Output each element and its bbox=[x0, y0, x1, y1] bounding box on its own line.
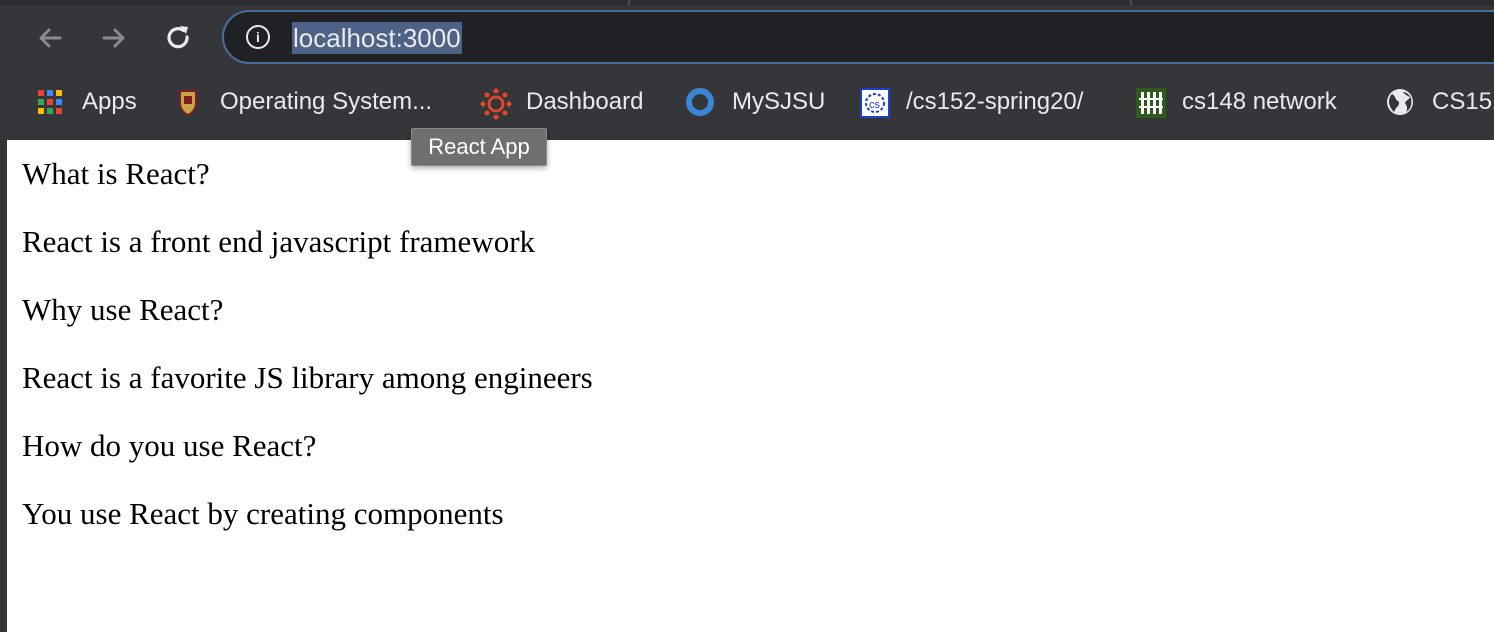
bookmark-label: MySJSU bbox=[732, 88, 826, 115]
reload-icon bbox=[167, 26, 189, 49]
forward-button[interactable] bbox=[94, 20, 134, 56]
info-icon[interactable]: i bbox=[246, 25, 270, 49]
apps-grid-icon bbox=[36, 88, 64, 116]
tab-tooltip: React App bbox=[411, 128, 547, 166]
circle-logo-icon bbox=[686, 88, 714, 116]
bookmark-operating-systems[interactable]: Operating System... bbox=[174, 80, 432, 124]
bookmark-cs148[interactable]: cs148 network bbox=[1136, 80, 1337, 124]
browser-toolbar: i localhost:3000 bbox=[0, 6, 1494, 70]
bookmark-label: cs148 network bbox=[1182, 88, 1337, 115]
bookmark-label: CS151 bbox=[1432, 88, 1494, 115]
browser-chrome: i localhost:3000 Apps Operating System..… bbox=[0, 0, 1494, 140]
bookmark-apps[interactable]: Apps bbox=[36, 80, 137, 124]
question-text: How do you use React? bbox=[22, 428, 317, 463]
svg-text:cs: cs bbox=[869, 99, 881, 111]
cs-file-icon: cs bbox=[860, 88, 890, 118]
arrow-right-icon bbox=[102, 28, 125, 48]
bookmark-label: Apps bbox=[82, 88, 137, 115]
bookmark-label: Operating System... bbox=[220, 88, 433, 115]
green-grid-icon bbox=[1136, 88, 1166, 118]
bookmarks-bar: Apps Operating System... Dashboard MySJS… bbox=[0, 80, 1494, 124]
arrow-left-icon bbox=[39, 28, 62, 48]
globe-icon bbox=[1386, 88, 1414, 116]
bookmark-cs151[interactable]: CS151 bbox=[1386, 80, 1494, 124]
reload-button[interactable] bbox=[158, 20, 198, 56]
university-seal-icon bbox=[174, 88, 202, 117]
answer-text: You use React by creating components bbox=[22, 496, 504, 531]
url-text[interactable]: localhost:3000 bbox=[292, 22, 462, 54]
bookmark-cs152[interactable]: cs /cs152-spring20/ bbox=[860, 80, 1083, 124]
answer-text: React is a favorite JS library among eng… bbox=[22, 360, 593, 395]
answer-text: React is a front end javascript framewor… bbox=[22, 224, 536, 259]
question-text: What is React? bbox=[22, 156, 210, 191]
address-bar[interactable]: i localhost:3000 bbox=[222, 10, 1494, 64]
bookmark-label: Dashboard bbox=[526, 88, 644, 115]
back-button[interactable] bbox=[30, 20, 70, 56]
bookmark-dashboard[interactable]: Dashboard bbox=[480, 80, 643, 124]
canvas-logo-icon bbox=[480, 88, 512, 120]
bookmark-label: /cs152-spring20/ bbox=[906, 88, 1084, 115]
bookmark-mysjsu[interactable]: MySJSU bbox=[686, 80, 825, 124]
window-edge bbox=[0, 140, 7, 632]
question-text: Why use React? bbox=[22, 292, 224, 327]
